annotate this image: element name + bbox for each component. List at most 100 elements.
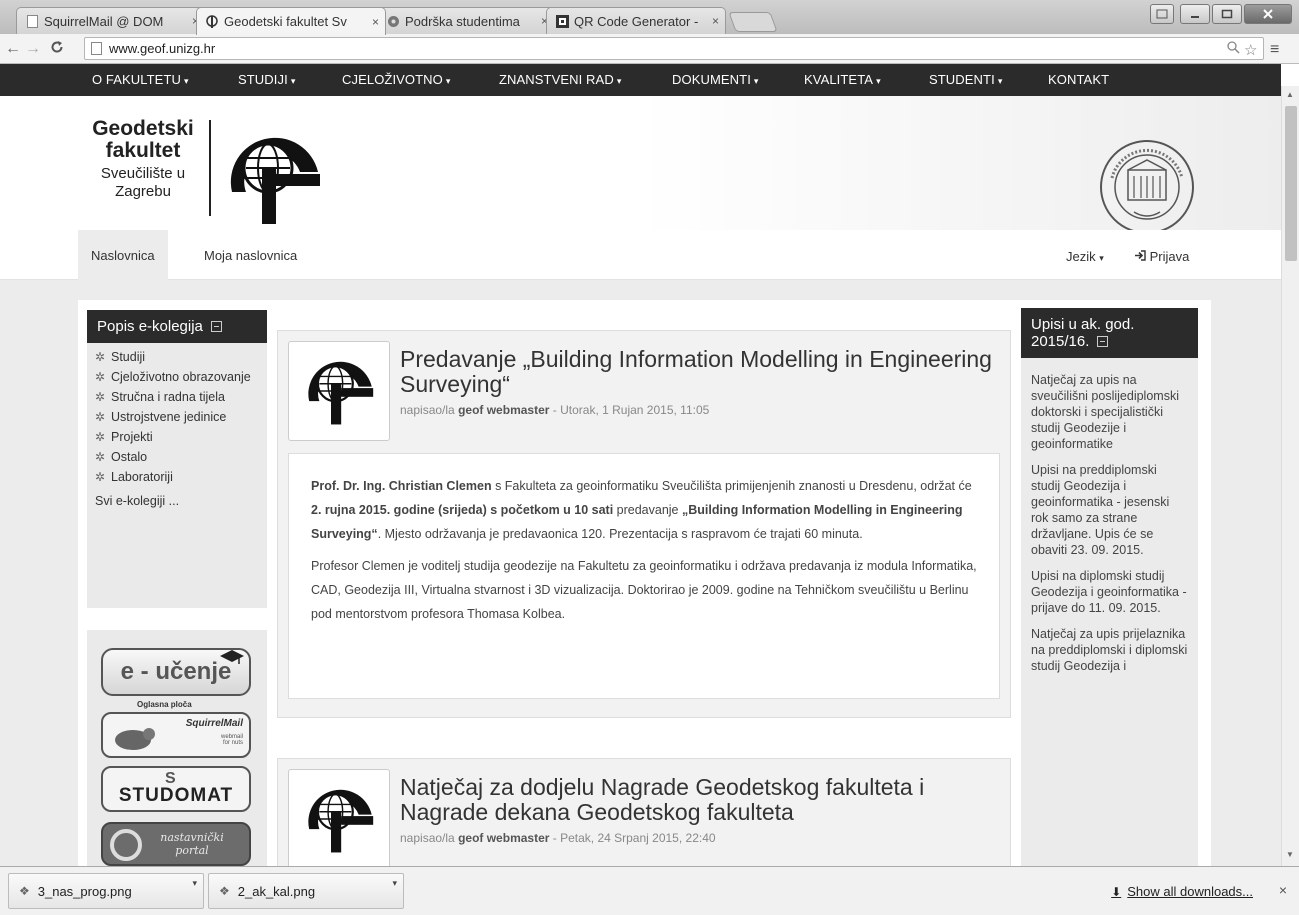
nav-cjelozivotno[interactable]: CJELOŽIVOTNO ▾	[342, 72, 451, 87]
tab-close-icon[interactable]: ×	[712, 14, 719, 28]
star-icon[interactable]: ☆	[1244, 41, 1257, 59]
banner-block: e - učenje Oglasna ploča SquirrelMail we…	[87, 630, 267, 866]
studomat-banner[interactable]: STUDOMAT S	[101, 766, 251, 812]
enrollment-link[interactable]: Natječaj za upis na sveučilišni poslijed…	[1021, 372, 1198, 452]
ekolegij-category[interactable]: ✲ Studiji	[87, 349, 267, 365]
nav-dokumenti[interactable]: DOKUMENTI ▾	[672, 72, 759, 87]
maximize-button[interactable]	[1212, 4, 1242, 24]
new-tab-button[interactable]	[728, 12, 778, 32]
forward-icon[interactable]: →	[24, 40, 42, 58]
post-paragraph: Prof. Dr. Ing. Christian Clemen s Fakult…	[311, 479, 972, 541]
collapse-icon[interactable]	[1097, 336, 1109, 347]
post-author-avatar[interactable]	[288, 769, 390, 866]
ekolegij-category[interactable]: ✲ Stručna i radna tijela	[87, 389, 267, 405]
gear-icon: ✲	[95, 430, 106, 444]
url-text: www.geof.unizg.hr	[109, 41, 216, 56]
download-menu-icon[interactable]: ▾	[392, 878, 397, 889]
qr-icon	[555, 14, 569, 28]
ekolegij-category[interactable]: ✲ Laboratoriji	[87, 469, 267, 485]
back-icon[interactable]: ←	[4, 40, 22, 58]
post-author[interactable]: geof webmaster	[458, 403, 549, 417]
ekolegij-block: Popis e-kolegija ✲ Studiji ✲ Cjeloživotno …	[87, 310, 267, 608]
faculty-logo-text[interactable]: Geodetski fakultet Sveučilište u Zagrebu	[78, 118, 208, 201]
enrollment-link[interactable]: Natječaj za upis prijelaznika na preddip…	[1021, 626, 1198, 674]
banner-sublabel: Oglasna ploča	[137, 700, 192, 709]
banner-label: SquirrelMail	[185, 718, 243, 729]
downloads-bar: ❖ 3_nas_prog.png ▾ ❖ 2_ak_kal.png ▾ ⬇ Sho…	[0, 866, 1299, 915]
nav-kontakt[interactable]: KONTAKT	[1048, 72, 1109, 87]
tab-close-icon[interactable]: ×	[372, 15, 379, 29]
enrollment-link[interactable]: Upisi na diplomski studij Geodezija i ge…	[1021, 568, 1198, 616]
post-title[interactable]: Predavanje „Building Information Modelli…	[400, 347, 1000, 397]
nastavnicki-portal-banner[interactable]: nastavnički portal	[101, 822, 251, 866]
logo-line: Geodetski	[92, 117, 194, 140]
post-title[interactable]: Natječaj za dodjelu Nagrade Geodetskog f…	[400, 775, 980, 825]
post-paragraph: Profesor Clemen je voditelj studija geod…	[311, 559, 977, 621]
close-window-button[interactable]	[1244, 4, 1292, 24]
ekolegij-category[interactable]: ✲ Projekti	[87, 429, 267, 445]
minimize-button[interactable]	[1180, 4, 1210, 24]
all-ekolegij-link[interactable]: Svi e-kolegiji ...	[87, 493, 267, 509]
collapse-icon[interactable]	[210, 321, 222, 332]
login-link[interactable]: Prijava	[1134, 249, 1189, 264]
post-author-avatar[interactable]	[288, 341, 390, 441]
np-logo-icon	[109, 828, 143, 864]
menu-icon[interactable]: ≡	[1270, 41, 1279, 59]
nav-studenti[interactable]: STUDENTI ▾	[929, 72, 1002, 87]
url-input[interactable]: www.geof.unizg.hr	[84, 37, 1264, 60]
browser-tab[interactable]: Podrška studentima ×	[377, 7, 555, 34]
reload-icon[interactable]	[48, 40, 66, 59]
scroll-down-icon[interactable]: ▼	[1286, 850, 1294, 859]
scrollbar-thumb[interactable]	[1285, 106, 1297, 261]
banner-label: STUDOMAT	[118, 785, 234, 806]
nav-kvaliteta[interactable]: KVALITETA ▾	[804, 72, 881, 87]
tab-moja-naslovnica[interactable]: Moja naslovnica	[191, 230, 310, 280]
browser-tab-strip: SquirrelMail @ DOM × Geodetski fakultet …	[0, 0, 1299, 35]
gear-icon: ✲	[95, 370, 106, 384]
squirrel-icon	[111, 724, 161, 756]
language-dropdown[interactable]: Jezik ▾	[1066, 249, 1104, 264]
profile-icon[interactable]	[1150, 4, 1174, 24]
logo-divider	[209, 120, 211, 216]
eucenje-banner[interactable]: e - učenje	[101, 648, 251, 696]
page-scrollbar[interactable]: ▲ ▼	[1281, 86, 1299, 866]
site-main-nav: O FAKULTETU ▾ STUDIJI ▾ CJELOŽIVOTNO ▾ ZNAN…	[0, 64, 1281, 96]
page-icon	[25, 14, 39, 28]
ekolegij-category[interactable]: ✲ Cjeloživotno obrazovanje	[87, 369, 267, 385]
browser-tab-active[interactable]: Geodetski fakultet Sv ×	[196, 7, 386, 35]
scroll-up-icon[interactable]: ▲	[1286, 90, 1294, 99]
nav-o-fakultetu[interactable]: O FAKULTETU ▾	[92, 72, 189, 87]
logo-line: Sveučilište u	[100, 165, 186, 182]
faculty-logo-mark[interactable]	[218, 132, 328, 229]
browser-tab[interactable]: SquirrelMail @ DOM ×	[16, 7, 206, 34]
block-header: Popis e-kolegija	[87, 310, 267, 343]
banner-sublabel: webmail for nuts	[220, 734, 243, 746]
tab-naslovnica[interactable]: Naslovnica	[78, 230, 168, 280]
block-header: Upisi u ak. god. 2015/16.	[1021, 308, 1198, 358]
ekolegij-category[interactable]: ✲ Ustrojstvene jedinice	[87, 409, 267, 425]
geof-icon	[205, 14, 219, 29]
logo-line: fakultet	[105, 139, 181, 162]
squirrelmail-banner[interactable]: SquirrelMail webmail for nuts	[101, 712, 251, 758]
post-author[interactable]: geof webmaster	[458, 831, 549, 845]
graduation-cap-icon	[219, 650, 245, 671]
university-seal[interactable]	[1098, 138, 1196, 241]
post-body: Prof. Dr. Ing. Christian Clemen s Fakult…	[288, 453, 1000, 699]
download-menu-icon[interactable]: ▾	[192, 878, 197, 889]
browser-tab[interactable]: QR Code Generator - ×	[546, 7, 726, 34]
download-filename: 3_nas_prog.png	[37, 883, 132, 899]
gear-icon: ✲	[95, 410, 106, 424]
download-item[interactable]: ❖ 2_ak_kal.png ▾	[208, 873, 404, 909]
nav-znanstveni-rad[interactable]: ZNANSTVENI RAD ▾	[499, 72, 621, 87]
tab-label: SquirrelMail @ DOM	[44, 13, 164, 29]
download-item[interactable]: ❖ 3_nas_prog.png ▾	[8, 873, 204, 909]
tab-label: Podrška studentima	[405, 13, 520, 29]
zoom-icon[interactable]	[1227, 41, 1240, 57]
show-all-downloads-link[interactable]: ⬇ Show all downloads...	[1111, 884, 1253, 899]
ekolegij-category[interactable]: ✲ Ostalo	[87, 449, 267, 465]
gear-icon: ✲	[95, 350, 106, 364]
close-downloads-icon[interactable]: ×	[1279, 882, 1287, 898]
sub-navigation: Naslovnica Moja naslovnica Jezik ▾ Prija…	[0, 230, 1281, 280]
nav-studiji[interactable]: STUDIJI ▾	[238, 72, 295, 87]
enrollment-link[interactable]: Upisi na preddiplomski studij Geodezija …	[1021, 462, 1198, 558]
